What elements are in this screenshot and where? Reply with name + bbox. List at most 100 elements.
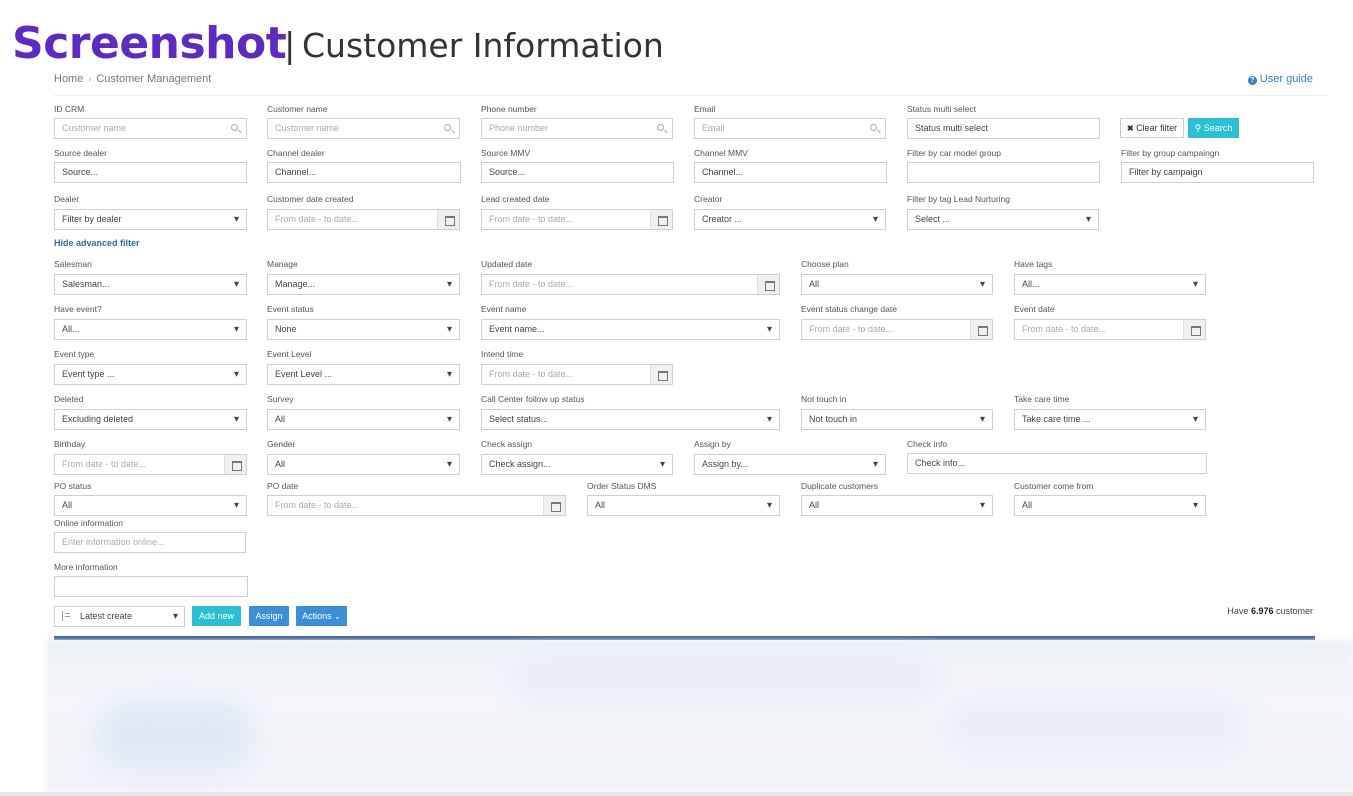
calendar-icon[interactable] [650,365,672,384]
assign-button[interactable]: Assign [249,606,289,626]
calendar-icon[interactable] [970,320,992,339]
source-dealer-input[interactable]: Source... [54,162,247,183]
customer-date-created-placeholder: From date - to date... [275,214,360,224]
event-level-select[interactable]: Event Level ... [267,364,460,385]
event-type-select[interactable]: Event type ... [54,364,247,385]
creator-label: Creator [694,194,723,204]
hide-advanced-filter-link[interactable]: Hide advanced filter [54,238,140,248]
sort-label: Latest create [80,611,133,621]
call-center-select[interactable]: Select status... [481,409,780,430]
actions-button[interactable]: Actions ⌄ [296,606,347,626]
po-date-placeholder: From date - to date... [275,500,360,510]
clear-filter-button[interactable]: ✖ Clear filter [1120,118,1184,138]
po-status-select[interactable]: All [54,495,247,516]
event-status-select[interactable]: None [267,319,460,340]
customer-name-label: Customer name [267,104,328,114]
take-care-time-label: Take care time [1014,394,1070,404]
updated-date-placeholder: From date - to date... [489,279,574,289]
event-status-change-date-input[interactable]: From date - to date... [801,319,993,340]
salesman-select[interactable]: Salesman... [54,274,247,295]
id-crm-label: ID CRM [54,104,85,114]
car-model-group-input[interactable] [907,162,1100,183]
user-guide-link[interactable]: ? User guide [1247,73,1313,85]
customer-come-from-select[interactable]: All [1014,495,1206,516]
event-date-label: Event date [1014,304,1055,314]
deleted-select[interactable]: Excluding deleted [54,409,247,430]
status-multi-select[interactable]: Status multi select [907,118,1100,139]
salesman-label: Salesman [54,259,92,269]
breadcrumb-home[interactable]: Home [54,73,83,85]
dealer-select[interactable]: Filter by dealer [54,209,247,230]
search-button[interactable]: ⚲ Search [1188,118,1239,138]
phone-number-placeholder: Phone number [489,123,549,133]
customer-name-input[interactable]: Customer name [267,118,460,139]
group-campaign-input[interactable]: Filter by campaign [1121,162,1314,183]
id-crm-input[interactable]: Customer name [54,118,247,139]
online-information-input[interactable]: Enter information online... [54,532,246,553]
po-date-input[interactable]: From date - to date... [267,495,566,516]
birthday-placeholder: From date - to date... [62,459,147,469]
event-date-input[interactable]: From date - to date... [1014,319,1206,340]
page-title: Customer Information [302,26,664,65]
updated-date-input[interactable]: From date - to date... [481,274,780,295]
customer-come-from-label: Customer come from [1014,481,1094,491]
creator-select[interactable]: Creator ... [694,209,886,230]
tag-lead-nurturing-label: Filter by tag Lead Nurturing [907,194,1010,204]
chevron-down-icon: ⌄ [334,612,341,621]
calendar-icon[interactable] [543,496,565,515]
add-new-button[interactable]: Add new [192,606,241,626]
lead-created-date-input[interactable]: From date - to date... [481,209,673,230]
calendar-icon[interactable] [650,210,672,229]
birthday-input[interactable]: From date - to date... [54,454,247,475]
breadcrumb-arrow-icon: › [88,74,92,84]
calendar-icon[interactable] [437,210,459,229]
assign-by-select[interactable]: Assign by... [694,454,886,475]
take-care-time-select[interactable]: Take care time ... [1014,409,1206,430]
customer-date-created-input[interactable]: From date - to date... [267,209,460,230]
po-status-label: PO status [54,481,92,491]
event-status-change-date-label: Event status change date [801,304,897,314]
email-placeholder: Email [702,123,725,133]
choose-plan-select[interactable]: All [801,274,993,295]
manage-label: Manage [267,259,298,269]
calendar-icon[interactable] [1183,320,1205,339]
gender-select[interactable]: All [267,454,460,475]
calendar-icon[interactable] [224,455,246,474]
breadcrumb-current[interactable]: Customer Management [96,73,211,85]
search-label: Search [1203,123,1233,133]
intend-time-input[interactable]: From date - to date... [481,364,673,385]
more-information-label: More information [54,562,118,572]
manage-select[interactable]: Manage... [267,274,460,295]
survey-select[interactable]: All [267,409,460,430]
group-campaign-label: Filter by group campaingn [1121,148,1220,158]
dealer-label: Dealer [54,194,80,204]
order-status-dms-select[interactable]: All [587,495,780,516]
event-name-label: Event name [481,304,527,314]
id-crm-placeholder: Customer name [62,123,127,133]
source-mmv-label: Source MMV [481,148,531,158]
event-name-select[interactable]: Event name... [481,319,780,340]
have-event-select[interactable]: All... [54,319,247,340]
channel-mmv-input[interactable]: Channel... [694,162,887,183]
email-input[interactable]: Email [694,118,886,139]
have-tags-select[interactable]: All... [1014,274,1206,295]
sort-select[interactable]: Latest create [54,606,185,627]
check-assign-select[interactable]: Check assign... [481,454,673,475]
phone-number-label: Phone number [481,104,537,114]
count-value: 6.976 [1250,606,1274,616]
calendar-icon[interactable] [757,275,779,294]
not-touch-in-label: Not touch in [801,394,847,404]
source-dealer-label: Source dealer [54,148,107,158]
survey-label: Survey [267,394,294,404]
not-touch-in-select[interactable]: Not touch in [801,409,993,430]
check-info-input[interactable]: Check info... [907,453,1207,474]
phone-number-input[interactable]: Phone number [481,118,673,139]
lead-created-date-placeholder: From date - to date... [489,214,574,224]
tag-lead-nurturing-select[interactable]: Select ... [907,209,1099,230]
status-multi-label: Status multi select [907,104,976,114]
source-mmv-input[interactable]: Source... [481,162,674,183]
duplicate-customers-select[interactable]: All [801,495,993,516]
car-model-group-label: Filter by car model group [907,148,1002,158]
more-information-input[interactable] [54,576,248,597]
channel-dealer-input[interactable]: Channel... [267,162,461,183]
